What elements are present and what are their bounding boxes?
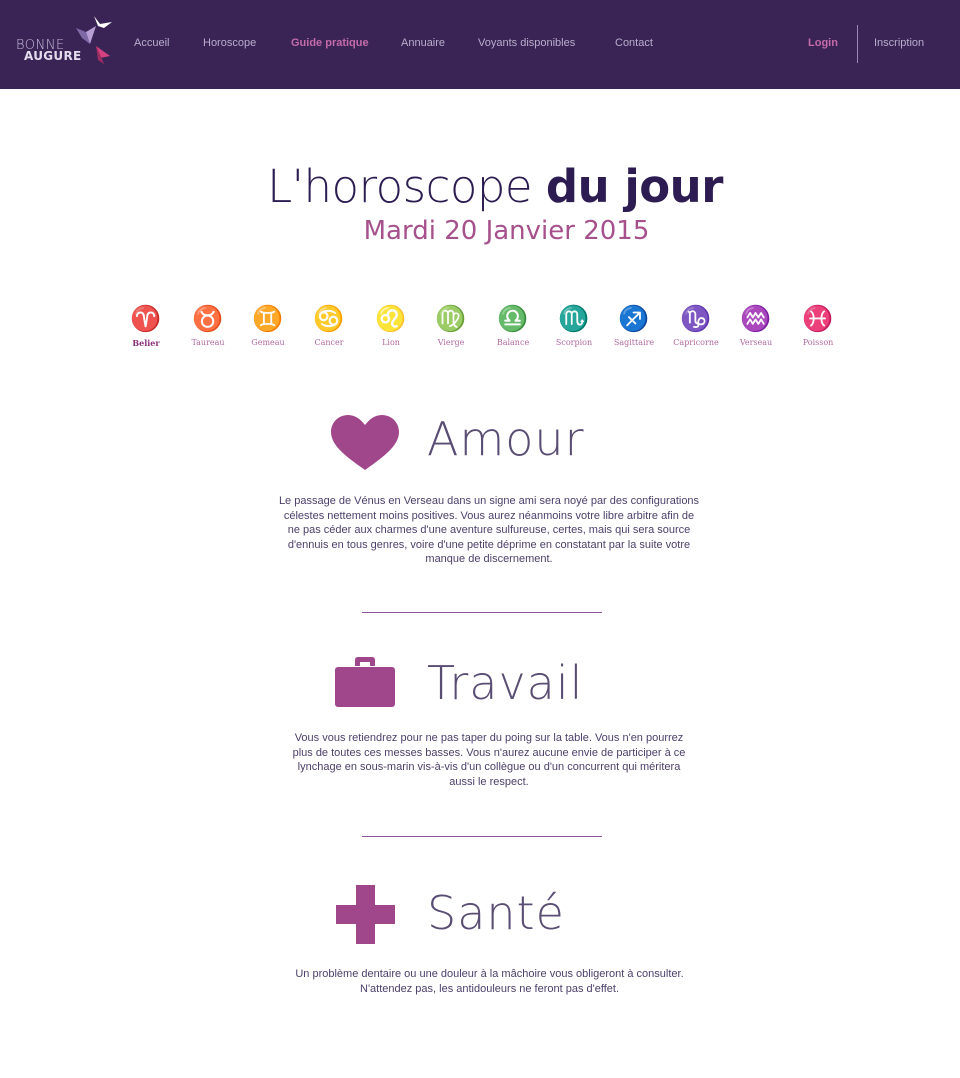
zodiac-taureau[interactable]: ♉ Taureau (180, 304, 236, 347)
virgo-icon: ♍ (435, 304, 467, 333)
sagittarius-icon: ♐ (618, 304, 650, 333)
zodiac-name: Sagittaire (613, 338, 655, 347)
page-title: L'horoscope du jour (0, 160, 960, 213)
zodiac-verseau[interactable]: ♒ Verseau (728, 304, 784, 347)
aquarius-icon: ♒ (740, 304, 772, 333)
site-logo[interactable]: BONNE AUGURE (16, 14, 116, 68)
top-navigation-bar: BONNE AUGURE Accueil Horoscope Guide pra… (0, 0, 960, 89)
nav-divider (857, 25, 858, 63)
horoscope-date: Mardi 20 Janvier 2015 (363, 216, 650, 246)
zodiac-lion[interactable]: ♌ Lion (363, 304, 419, 347)
zodiac-name: Verseau (739, 338, 773, 347)
libra-icon: ♎ (497, 304, 529, 333)
zodiac-vierge[interactable]: ♍ Vierge (423, 304, 479, 347)
section-title-amour: Amour (427, 412, 585, 466)
cancer-icon: ♋ (313, 304, 345, 333)
page-title-light: L'horoscope (267, 160, 533, 213)
zodiac-name: Gemeau (251, 338, 285, 347)
nav-annuaire[interactable]: Annuaire (401, 37, 445, 49)
heart-icon (331, 415, 399, 470)
zodiac-name: Balance (496, 338, 530, 347)
zodiac-poisson[interactable]: ♓ Poisson (790, 304, 846, 347)
briefcase-icon (335, 657, 395, 707)
section-title-sante: Santé (427, 886, 565, 940)
zodiac-capricorne[interactable]: ♑ Capricorne (668, 304, 724, 347)
zodiac-name: Vierge (437, 338, 465, 347)
signup-link[interactable]: Inscription (874, 37, 924, 49)
zodiac-name: Cancer (314, 338, 344, 347)
zodiac-name: Poisson (802, 338, 834, 347)
zodiac-name: Belier (132, 338, 160, 348)
zodiac-name: Lion (382, 338, 400, 347)
leo-icon: ♌ (375, 304, 407, 333)
zodiac-belier[interactable]: ♈ Belier (118, 304, 174, 348)
aries-icon: ♈ (130, 304, 162, 333)
taurus-icon: ♉ (192, 304, 224, 333)
zodiac-gemeau[interactable]: ♊ Gemeau (240, 304, 296, 347)
nav-guide-pratique[interactable]: Guide pratique (291, 37, 369, 49)
zodiac-name: Taureau (191, 338, 225, 347)
zodiac-name: Capricorne (673, 338, 719, 347)
nav-contact[interactable]: Contact (615, 37, 653, 49)
section-text-amour: Le passage de Vénus en Verseau dans un s… (278, 495, 700, 565)
nav-voyants-disponibles[interactable]: Voyants disponibles (478, 37, 575, 49)
capricorn-icon: ♑ (680, 304, 712, 333)
nav-horoscope[interactable]: Horoscope (203, 37, 256, 49)
nav-accueil[interactable]: Accueil (134, 37, 169, 49)
page-title-bold: du jour (545, 160, 723, 213)
login-link[interactable]: Login (808, 37, 838, 49)
scorpio-icon: ♏ (558, 304, 590, 333)
medical-cross-icon (336, 885, 395, 944)
zodiac-selector: ♈ Belier ♉ Taureau ♊ Gemeau ♋ Cancer ♌ L… (0, 304, 960, 354)
zodiac-cancer[interactable]: ♋ Cancer (301, 304, 357, 347)
zodiac-sagittaire[interactable]: ♐ Sagittaire (606, 304, 662, 347)
section-title-travail: Travail (427, 656, 584, 710)
gemini-icon: ♊ (252, 304, 284, 333)
zodiac-name: Scorpion (555, 338, 593, 347)
section-divider (362, 612, 602, 613)
section-divider (362, 836, 602, 837)
section-text-travail: Vous vous retiendrez pour ne pas taper d… (292, 732, 686, 788)
zodiac-scorpion[interactable]: ♏ Scorpion (546, 304, 602, 347)
logo-text-line2: AUGURE (24, 49, 82, 63)
zodiac-balance[interactable]: ♎ Balance (485, 304, 541, 347)
section-text-sante: Un problème dentaire ou une douleur à la… (295, 968, 684, 995)
pisces-icon: ♓ (802, 304, 834, 333)
